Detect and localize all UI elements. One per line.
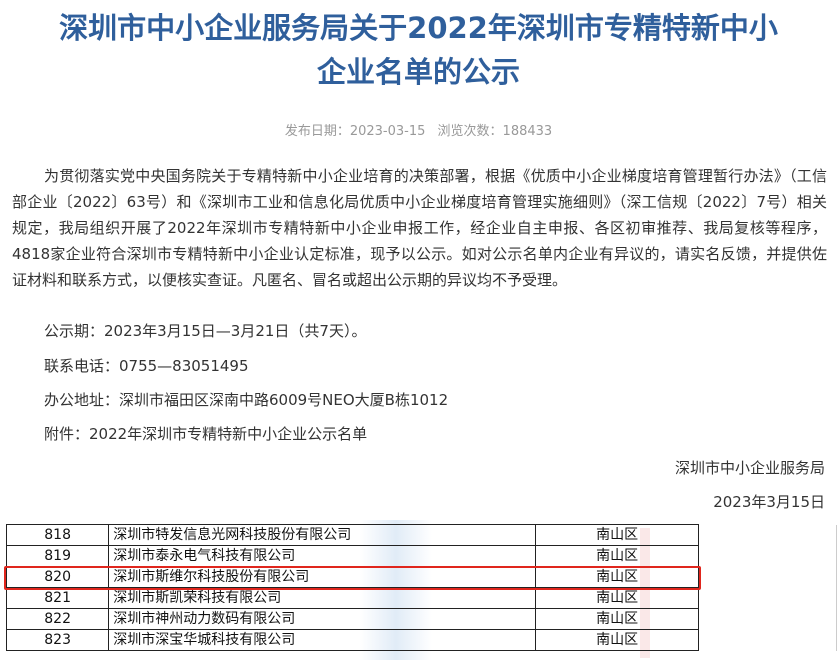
table-row: 823 深圳市深宝华城科技有限公司 南山区 bbox=[5, 629, 837, 651]
row-number: 818 bbox=[5, 524, 110, 546]
company-name: 深圳市特发信息光网科技股份有限公司 bbox=[108, 524, 536, 546]
views-value: 188433 bbox=[502, 124, 553, 139]
date-value: 2023-03-15 bbox=[349, 124, 426, 139]
district: 南山区 bbox=[534, 608, 700, 630]
signature-date: 2023年3月15日 bbox=[713, 493, 825, 511]
attachment-link[interactable]: 附件：2022年深圳市专精特新中小企业公示名单 bbox=[44, 423, 367, 445]
row-number: 821 bbox=[5, 587, 110, 609]
title-line-2: 企业名单的公示 bbox=[316, 55, 520, 89]
district: 南山区 bbox=[534, 587, 700, 609]
empty-cell bbox=[698, 608, 837, 630]
date-label: 发布日期： bbox=[284, 124, 350, 139]
views-label: 浏览次数： bbox=[437, 124, 503, 139]
row-820-highlight bbox=[4, 566, 701, 590]
contact-phone: 联系电话：0755—83051495 bbox=[44, 357, 249, 375]
empty-cell bbox=[698, 524, 837, 546]
table-row: 822 深圳市神州动力数码有限公司 南山区 bbox=[5, 608, 837, 630]
page-title: 深圳市中小企业服务局关于2022年深圳市专精特新中小 企业名单的公示 bbox=[0, 6, 837, 94]
attachment-sheet-image: 818 深圳市特发信息光网科技股份有限公司 南山区 819 深圳市泰永电气科技有限公司南… bbox=[0, 520, 837, 660]
row-number: 823 bbox=[5, 629, 110, 651]
company-name: 深圳市斯凯荣科技有限公司 bbox=[108, 587, 536, 609]
empty-cell bbox=[698, 587, 837, 609]
district: 南山区 bbox=[534, 524, 700, 546]
table-row: 821 深圳市斯凯荣科技有限公司 南山区 bbox=[5, 587, 837, 609]
company-name: 深圳市神州动力数码有限公司 bbox=[108, 608, 536, 630]
publicity-period: 公示期：2023年3月15日—3月21日（共7天）。 bbox=[44, 322, 367, 340]
table-row: 819 深圳市泰永电气科技有限公司 南山区 bbox=[5, 545, 837, 567]
announcement-paragraph: 为贯彻落实党中央国务院关于专精特新中小企业培育的决策部署，根据《优质中小企业梯度… bbox=[12, 167, 827, 289]
empty-cell bbox=[698, 629, 837, 651]
empty-cell bbox=[698, 566, 837, 588]
district: 南山区 bbox=[534, 629, 700, 651]
empty-cell bbox=[698, 545, 837, 567]
row-number: 822 bbox=[5, 608, 110, 630]
publish-meta: 发布日期：2023-03-15 浏览次数：188433 bbox=[0, 120, 837, 139]
row-number: 819 bbox=[5, 545, 110, 567]
company-name: 深圳市泰永电气科技有限公司 bbox=[108, 545, 536, 567]
table-row: 818 深圳市特发信息光网科技股份有限公司 南山区 bbox=[5, 524, 837, 546]
signature-org: 深圳市中小企业服务局 bbox=[674, 459, 825, 477]
office-address: 办公地址：深圳市福田区深南中路6009号NEO大厦B栋1012 bbox=[44, 391, 449, 409]
title-line-1: 深圳市中小企业服务局关于2022年深圳市专精特新中小 bbox=[59, 11, 778, 45]
company-name: 深圳市深宝华城科技有限公司 bbox=[108, 629, 536, 651]
district: 南山区 bbox=[534, 545, 700, 567]
